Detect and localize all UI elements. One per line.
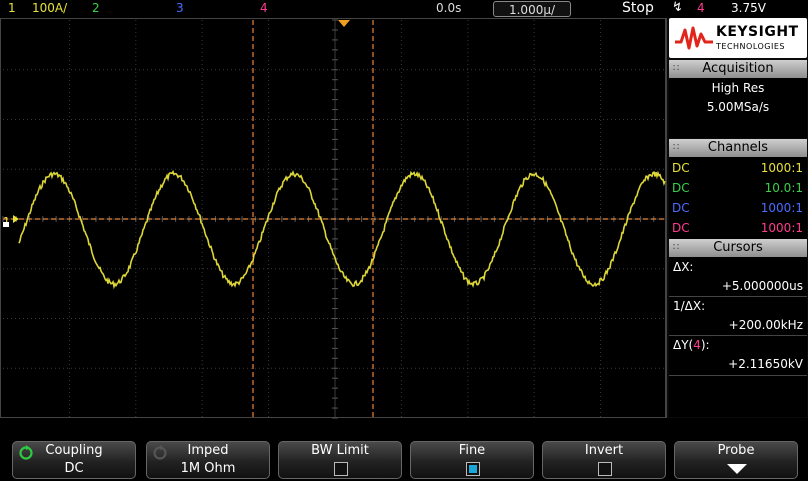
probe-title: Probe: [717, 443, 755, 458]
grip-icon: ∷: [673, 63, 679, 74]
channels-header[interactable]: ∷ Channels: [669, 139, 807, 157]
ch2-number[interactable]: 2: [92, 1, 100, 15]
keysight-logo: KEYSIGHT TECHNOLOGIES: [669, 18, 807, 58]
logo-subtitle: TECHNOLOGIES: [716, 42, 785, 51]
delay-readout[interactable]: 0.0s: [436, 1, 461, 15]
ch1-number[interactable]: 1: [8, 1, 16, 15]
side-panel: KEYSIGHT TECHNOLOGIES ∷ Acquisition High…: [666, 18, 808, 418]
ch2-probe: 10.0:1: [764, 181, 803, 195]
timebase-readout[interactable]: 1.000µ/: [493, 1, 571, 17]
imped-softkey[interactable]: Imped 1M Ohm: [146, 441, 270, 479]
fine-checkbox[interactable]: [466, 462, 480, 476]
ch2-coupling: DC: [672, 181, 690, 195]
ch3-probe: 1000:1: [760, 201, 803, 215]
waveform-display[interactable]: 1: [0, 18, 667, 419]
channel-row[interactable]: DC 1000:1: [669, 218, 807, 238]
trigger-level-marker: [3, 222, 9, 227]
imped-value: 1M Ohm: [180, 461, 236, 476]
bw-limit-title: BW Limit: [311, 443, 369, 458]
invert-softkey[interactable]: Invert: [542, 441, 666, 479]
ch4-coupling: DC: [672, 221, 690, 235]
delta-y-label: ΔY(4):: [673, 338, 710, 352]
channels-title: Channels: [707, 140, 769, 155]
acquisition-title: Acquisition: [702, 61, 774, 76]
cursors-header[interactable]: ∷ Cursors: [669, 239, 807, 257]
channel-row[interactable]: DC 10.0:1: [669, 178, 807, 198]
keysight-wave-icon: [675, 26, 713, 50]
sample-rate: 5.00MSa/s: [706, 100, 770, 114]
channels-body: DC 1000:1 DC 10.0:1 DC 1000:1 DC 1000:1: [669, 157, 807, 239]
invert-checkbox[interactable]: [598, 462, 612, 476]
grip-icon: ∷: [673, 142, 679, 153]
ch4-number[interactable]: 4: [260, 1, 268, 15]
delta-x-label: ΔX:: [673, 260, 694, 274]
acquisition-mode: High Res: [711, 81, 765, 95]
acquisition-header[interactable]: ∷ Acquisition: [669, 60, 807, 78]
timebase-value: 1.000µ/: [508, 3, 556, 17]
acquisition-body: High Res 5.00MSa/s: [669, 78, 807, 138]
cursors-title: Cursors: [713, 240, 763, 255]
invert-title: Invert: [584, 443, 624, 458]
coupling-softkey[interactable]: Coupling DC: [12, 441, 136, 479]
trigger-level[interactable]: 3.75V: [731, 1, 766, 15]
delta-x-value: +5.000000us: [721, 279, 803, 293]
delta-y-channel: 4: [693, 338, 701, 352]
ch1-coupling: DC: [672, 161, 690, 175]
submenu-arrow-icon: [727, 464, 747, 474]
bw-limit-checkbox[interactable]: [334, 462, 348, 476]
ch4-probe: 1000:1: [760, 221, 803, 235]
delta-y-value: +2.11650kV: [728, 357, 803, 371]
ch1-waveform: [18, 169, 666, 290]
trigger-position-marker: [338, 20, 350, 27]
delta-y-suffix: ):: [700, 338, 710, 352]
trigger-edge-icon: ↯: [672, 0, 683, 15]
channel-row[interactable]: DC 1000:1: [669, 158, 807, 178]
ch1-probe: 1000:1: [760, 161, 803, 175]
fine-softkey[interactable]: Fine: [410, 441, 534, 479]
bw-limit-softkey[interactable]: BW Limit: [278, 441, 402, 479]
divider: [669, 296, 807, 297]
ch1-scale[interactable]: 100A/: [32, 1, 67, 15]
softkey-row: Coupling DC Imped 1M Ohm BW Limit Fine I…: [0, 440, 808, 481]
trigger-source[interactable]: 4: [697, 1, 705, 15]
run-state[interactable]: Stop: [622, 0, 654, 16]
ch3-coupling: DC: [672, 201, 690, 215]
imped-title: Imped: [187, 443, 229, 458]
ch3-number[interactable]: 3: [176, 1, 184, 15]
inverse-delta-x-value: +200.00kHz: [728, 318, 803, 332]
grip-icon: ∷: [673, 242, 679, 253]
graticule: 1: [2, 19, 667, 419]
probe-softkey[interactable]: Probe: [674, 441, 798, 479]
inverse-delta-x-label: 1/ΔX:: [673, 299, 706, 313]
coupling-title: Coupling: [45, 443, 103, 458]
divider: [669, 375, 807, 376]
status-bar: 1 100A/ 2 3 4 0.0s 1.000µ/ Stop ↯ 4 3.75…: [0, 0, 808, 18]
coupling-value: DC: [64, 461, 84, 476]
fine-title: Fine: [458, 443, 486, 458]
cursors-body: ΔX: +5.000000us 1/ΔX: +200.00kHz ΔY(4): …: [669, 257, 807, 417]
delta-y-prefix: ΔY(: [673, 338, 694, 352]
divider: [669, 335, 807, 336]
logo-brand: KEYSIGHT: [716, 24, 799, 40]
channel-row[interactable]: DC 1000:1: [669, 198, 807, 218]
